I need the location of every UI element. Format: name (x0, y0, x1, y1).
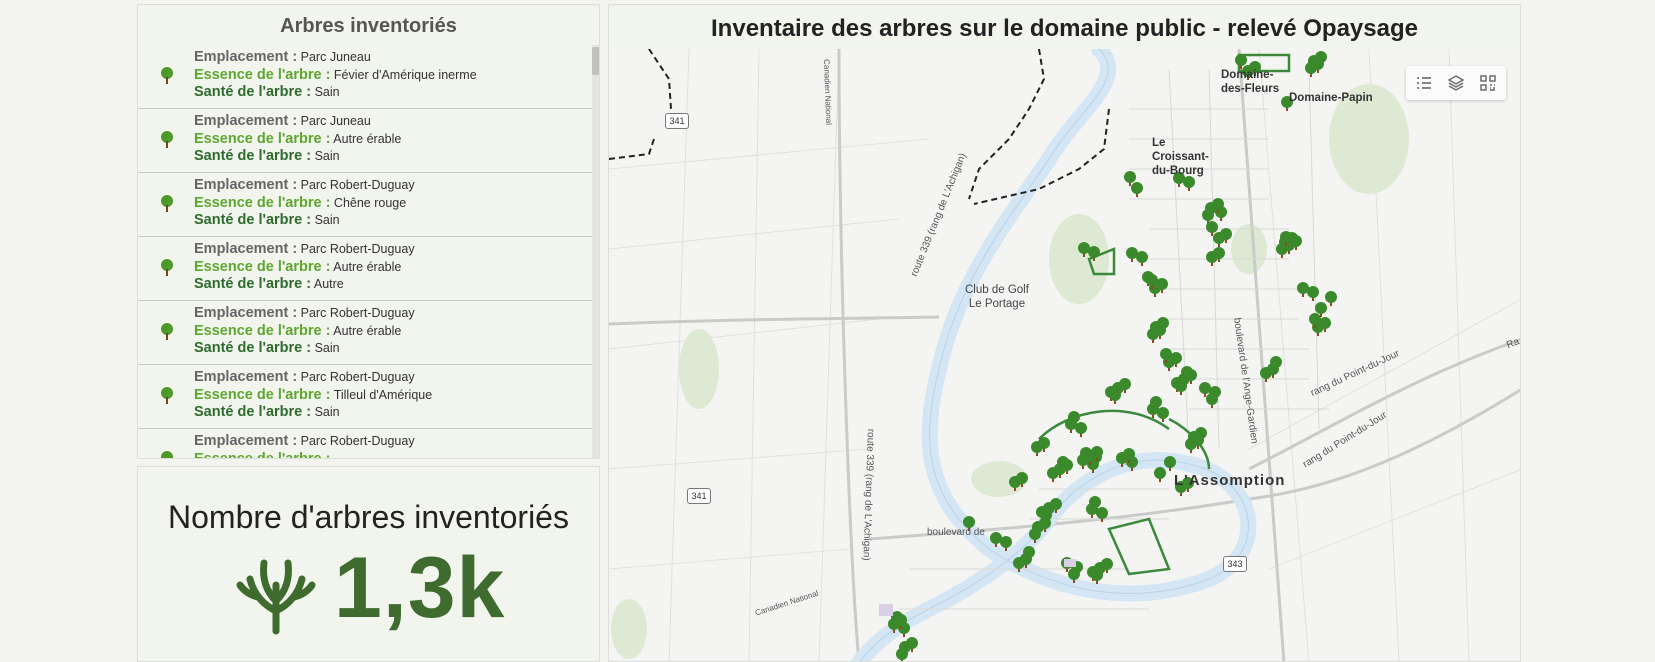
list-title: Arbres inventoriés (280, 15, 457, 37)
legend-list-icon[interactable] (1414, 73, 1434, 93)
tree-marker[interactable] (1131, 182, 1143, 197)
map-label-croissant-du-bourg: Le Croissant- du-Bourg (1152, 137, 1209, 177)
list-item[interactable]: Emplacement : Parc Robert-Duguay Essence… (138, 365, 593, 429)
species-label: Essence de l'arbre : (194, 258, 331, 275)
tree-marker-layer[interactable] (888, 51, 1337, 662)
location-label: Emplacement : (194, 113, 298, 129)
tree-icon (161, 323, 173, 340)
tree-icon (161, 195, 173, 212)
species-label: Essence de l'arbre : (194, 386, 331, 403)
map-panel: Inventaire des arbres sur le domaine pub… (608, 4, 1521, 662)
species-label: Essence de l'arbre : (194, 322, 331, 339)
tree-marker[interactable] (1147, 403, 1159, 418)
health-label: Santé de l'arbre : (194, 212, 312, 228)
location-value: Parc Juneau (300, 114, 371, 128)
location-label: Emplacement : (194, 241, 298, 257)
location-label: Emplacement : (194, 49, 298, 65)
tree-count-value: 1,3k (334, 540, 506, 636)
health-label: Santé de l'arbre : (194, 148, 312, 164)
tree-branch-icon (236, 559, 316, 635)
tree-marker[interactable] (1175, 380, 1187, 395)
route-shield: 341 (665, 113, 689, 129)
layers-icon[interactable] (1446, 73, 1466, 93)
route-shield: 341 (687, 488, 711, 504)
map-label-domaine-des-fleurs: Domaine- des-Fleurs (1221, 69, 1280, 95)
location-label: Emplacement : (194, 305, 298, 321)
tree-marker[interactable] (896, 648, 908, 662)
species-value: Tilleul d'Amérique (333, 387, 433, 402)
list-item[interactable]: Emplacement : Parc Robert-Duguay Essence… (138, 173, 593, 237)
health-value: Sain (314, 213, 340, 227)
species-value: Autre érable (333, 131, 402, 146)
location-value: Parc Juneau (300, 50, 371, 64)
tree-list-panel: Arbres inventoriés Emplacement : Parc Ju… (137, 4, 600, 459)
list-item[interactable]: Emplacement : Parc Juneau Essence de l'a… (138, 45, 593, 109)
location-value: Parc Robert-Duguay (300, 242, 415, 256)
list-item[interactable]: Emplacement : Parc Robert-Duguay Essence… (138, 301, 593, 365)
tree-icon (161, 259, 173, 276)
species-label: Essence de l'arbre : (194, 450, 331, 459)
tree-marker[interactable] (1325, 291, 1337, 306)
health-label: Santé de l'arbre : (194, 404, 312, 420)
tree-marker[interactable] (1206, 393, 1218, 408)
tree-list[interactable]: Emplacement : Parc Juneau Essence de l'a… (138, 45, 593, 459)
list-item-text: Emplacement : Parc Robert-Duguay Essence… (194, 177, 415, 230)
location-value: Parc Robert-Duguay (300, 306, 415, 320)
tree-icon (161, 387, 173, 404)
tree-marker[interactable] (1091, 569, 1103, 584)
location-value: Parc Robert-Duguay (300, 434, 415, 448)
map-toolbar (1406, 66, 1506, 100)
health-value: Sain (314, 85, 340, 99)
location-label: Emplacement : (194, 177, 298, 193)
count-title: Nombre d'arbres inventoriés (168, 499, 569, 535)
tree-icon (161, 451, 173, 458)
health-label: Santé de l'arbre : (194, 84, 312, 100)
tree-marker[interactable] (1109, 389, 1121, 404)
tree-icon (161, 131, 173, 148)
list-scrollbar[interactable] (592, 45, 599, 458)
list-item[interactable]: Emplacement : Parc Robert-Duguay Essence… (138, 237, 593, 301)
list-item[interactable]: Emplacement : Parc Robert-Duguay Essence… (138, 429, 593, 459)
map-label-golf: Club de Golf Le Portage (965, 284, 1029, 310)
species-label: Essence de l'arbre : (194, 194, 331, 211)
tree-marker[interactable] (1154, 467, 1166, 482)
tree-marker[interactable] (1297, 282, 1309, 297)
list-item[interactable]: Emplacement : Parc Juneau Essence de l'a… (138, 109, 593, 173)
tree-marker[interactable] (1126, 247, 1138, 262)
species-label: Essence de l'arbre : (194, 66, 331, 83)
health-value: Sain (314, 405, 340, 419)
map-title: Inventaire des arbres sur le domaine pub… (711, 15, 1418, 42)
tree-marker[interactable] (1086, 503, 1098, 518)
health-label: Santé de l'arbre : (194, 276, 312, 292)
species-value: Chêne rouge (333, 195, 407, 210)
species-value: Autre érable (333, 259, 402, 274)
list-item-text: Emplacement : Parc Juneau Essence de l'a… (194, 49, 477, 102)
tree-marker[interactable] (1065, 418, 1077, 433)
map-canvas[interactable]: 341 341 343 Domaine- des-Fleurs Domaine-… (609, 49, 1520, 662)
list-item-text: Emplacement : Parc Robert-Duguay Essence… (194, 241, 415, 294)
species-value: Autre érable (333, 323, 402, 338)
tree-icon (161, 67, 173, 84)
list-item-text: Emplacement : Parc Juneau Essence de l'a… (194, 113, 401, 166)
location-label: Emplacement : (194, 369, 298, 385)
list-item-text: Emplacement : Parc Robert-Duguay Essence… (194, 305, 415, 358)
species-value: Févier d'Amérique inerme (333, 67, 477, 82)
route-shield: 343 (1223, 556, 1247, 572)
health-value: Sain (314, 149, 340, 163)
location-value: Parc Robert-Duguay (300, 178, 415, 192)
tree-count-panel: Nombre d'arbres inventoriés 1,3k (137, 466, 600, 662)
map-label-assomption: L'Assomption (1174, 472, 1286, 489)
map-label-domaine-papin: Domaine-Papin (1289, 92, 1373, 104)
location-label: Emplacement : (194, 433, 298, 449)
list-item-text: Emplacement : Parc Robert-Duguay Essence… (194, 433, 415, 459)
species-label: Essence de l'arbre : (194, 130, 331, 147)
health-value: Autre (313, 277, 344, 291)
road-label: boulevard de (927, 527, 985, 538)
health-label: Santé de l'arbre : (194, 340, 312, 356)
list-item-text: Emplacement : Parc Robert-Duguay Essence… (194, 369, 432, 422)
qr-code-icon[interactable] (1478, 73, 1498, 93)
list-scrollbar-thumb[interactable] (592, 47, 599, 75)
health-value: Sain (314, 341, 340, 355)
location-value: Parc Robert-Duguay (300, 370, 415, 384)
